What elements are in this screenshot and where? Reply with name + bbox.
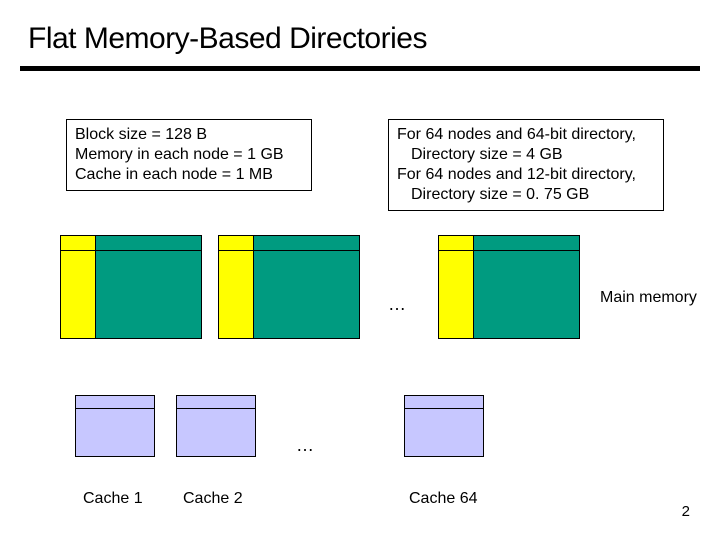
- row-line: [177, 408, 255, 409]
- row-line: [76, 408, 154, 409]
- ellipsis: …: [296, 435, 314, 456]
- row-line: [439, 250, 579, 251]
- cache2-label: Cache 2: [183, 490, 243, 508]
- slide: Flat Memory-Based Directories Block size…: [0, 0, 720, 540]
- cache-block: [176, 395, 256, 457]
- results-line: For 64 nodes and 12-bit directory,: [397, 165, 655, 185]
- params-box: Block size = 128 B Memory in each node =…: [66, 119, 312, 191]
- memory-block: [218, 235, 360, 339]
- memory-block: [438, 235, 580, 339]
- results-line: Directory size = 0. 75 GB: [411, 185, 655, 205]
- directory-stripe: [439, 236, 474, 338]
- row-line: [61, 250, 201, 251]
- row-line: [219, 250, 359, 251]
- results-line: For 64 nodes and 64-bit directory,: [397, 125, 655, 145]
- memory-block: [60, 235, 202, 339]
- cache64-label: Cache 64: [409, 490, 478, 508]
- directory-stripe: [61, 236, 96, 338]
- results-box: For 64 nodes and 64-bit directory, Direc…: [388, 119, 664, 211]
- params-line: Memory in each node = 1 GB: [75, 145, 303, 165]
- params-line: Block size = 128 B: [75, 125, 303, 145]
- params-line: Cache in each node = 1 MB: [75, 165, 303, 185]
- cache1-label: Cache 1: [83, 490, 143, 508]
- row-line: [405, 408, 483, 409]
- cache-block: [404, 395, 484, 457]
- cache-block: [75, 395, 155, 457]
- ellipsis: …: [388, 294, 406, 315]
- page-number: 2: [682, 503, 690, 520]
- results-line: Directory size = 4 GB: [411, 145, 655, 165]
- directory-stripe: [219, 236, 254, 338]
- main-memory-label: Main memory: [600, 289, 697, 307]
- page-title: Flat Memory-Based Directories: [28, 22, 427, 56]
- title-rule: [20, 66, 700, 71]
